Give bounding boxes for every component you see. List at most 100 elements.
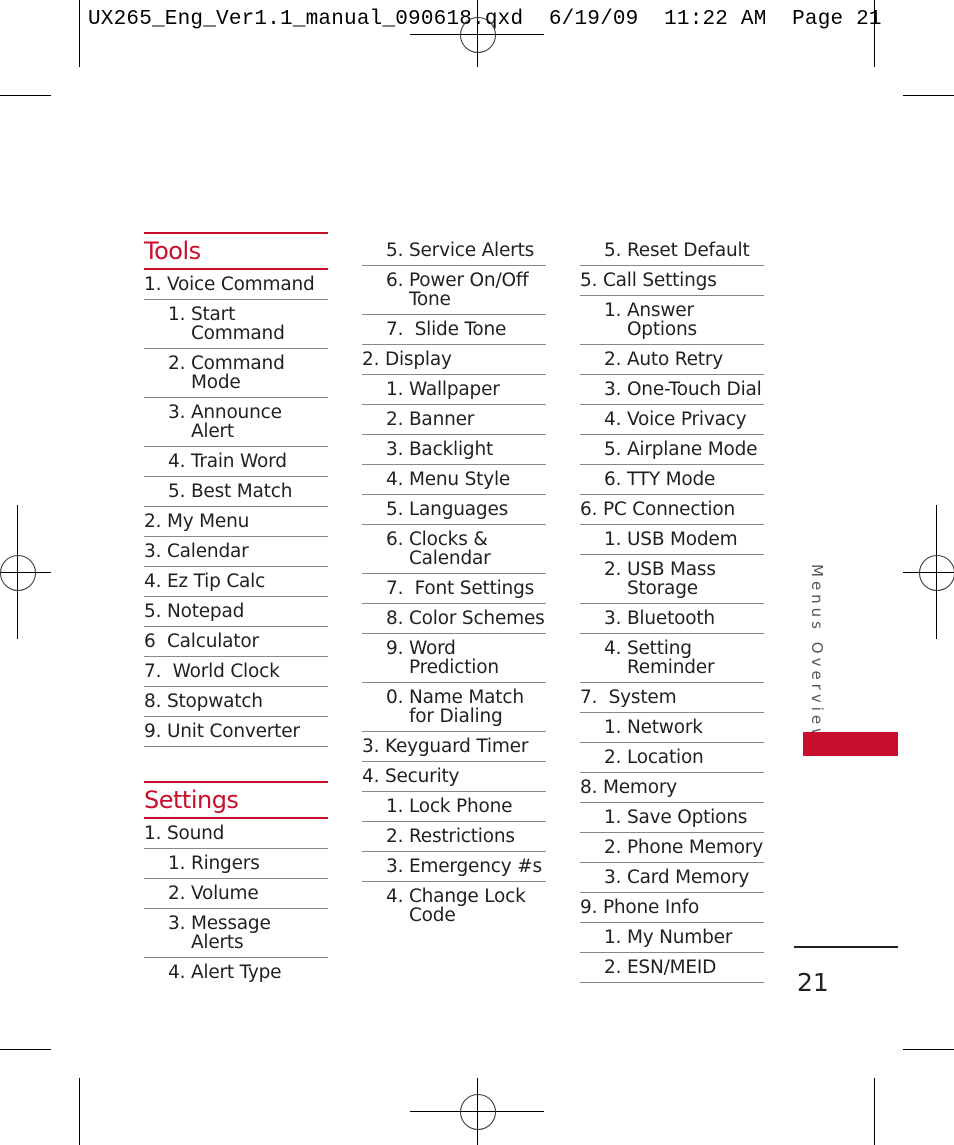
menu-item: 5. Airplane Mode [580, 435, 764, 465]
menu-item-number: 7. [144, 661, 173, 682]
menu-item-label: Announce Alert [190, 402, 282, 442]
menu-item: 7. Font Settings [362, 574, 546, 604]
crop-mark [0, 1049, 51, 1050]
menu-item: 6. TTY Mode [580, 465, 764, 495]
menu-item-number: 5. [604, 439, 627, 460]
menu-item-number: 1. [604, 529, 627, 550]
menu-item-label: Airplane Mode [626, 439, 758, 460]
menu-item: 2. Command Mode [144, 349, 328, 398]
section-tab-marker [803, 732, 898, 756]
settings-menu-list-continued: 5. Service Alerts 6. Power On/Off Tone 7. … [362, 236, 546, 930]
crop-mark [79, 1078, 80, 1145]
menu-item: 2. Phone Memory [580, 833, 764, 863]
menu-item: 6 Calculator [144, 627, 328, 657]
menu-item-number: 6. [386, 529, 409, 550]
menu-item-number: 4. [144, 571, 167, 592]
menu-item-label: Slide Tone [414, 319, 507, 340]
menu-item-label: Calculator [166, 631, 259, 652]
registration-mark-icon [460, 1094, 496, 1130]
menu-item-number: 2. [386, 409, 409, 430]
menu-item-number: 4. [386, 469, 409, 490]
menu-item-label: Save Options [626, 807, 748, 828]
menu-item-number: 2. [144, 511, 167, 532]
menu-item-number: 2. [604, 837, 627, 858]
menu-item-label: USB Modem [626, 529, 738, 550]
menu-item-number: 4. [604, 638, 627, 659]
menu-item-number: 3. [168, 913, 191, 934]
menu-item: 1. Ringers [144, 849, 328, 879]
menu-item: 4. Security [362, 762, 546, 792]
menu-item: 1. Network [580, 713, 764, 743]
menu-item-number: 1. [604, 300, 627, 321]
menu-item: 8. Memory [580, 773, 764, 803]
menu-item: 2. Restrictions [362, 822, 546, 852]
menu-item: 3. One-Touch Dial [580, 375, 764, 405]
menu-item-number: 2. [604, 957, 627, 978]
menu-item: 6. Power On/Off Tone [362, 266, 546, 315]
menu-item-label: Voice Privacy [626, 409, 747, 430]
menu-item-label: Calendar [166, 541, 249, 562]
menu-item: 1. Voice Command [144, 270, 328, 300]
menu-item: 4. Ez Tip Calc [144, 567, 328, 597]
menu-item-label: Color Schemes [408, 608, 545, 629]
menu-item: 3. Calendar [144, 537, 328, 567]
menu-item-label: Display [384, 349, 452, 370]
menu-item-label: Power On/Off Tone [408, 270, 529, 310]
menu-item: 7. World Clock [144, 657, 328, 687]
menu-item: 2. USB Mass Storage [580, 555, 764, 604]
menu-item: 3. Backlight [362, 435, 546, 465]
menu-item-label: Restrictions [408, 826, 515, 847]
menu-item-number: 2. [168, 883, 191, 904]
menu-item-label: TTY Mode [626, 469, 716, 490]
menu-item: 1. Answer Options [580, 296, 764, 345]
menu-item-number: 9. [144, 721, 167, 742]
menu-item-label: PC Connection [602, 499, 735, 520]
menu-item-label: Bluetooth [626, 608, 715, 629]
column-3: 5. Reset Default 5. Call Settings 1. Answe… [580, 236, 764, 983]
section-title-settings: Settings [144, 781, 328, 819]
menu-item: 1. Lock Phone [362, 792, 546, 822]
menu-item: 4. Menu Style [362, 465, 546, 495]
menu-item: 3. Message Alerts [144, 909, 328, 958]
menu-item-label: Unit Converter [166, 721, 300, 742]
settings-menu-list: 1. Sound 1. Ringers 2. Volume 3. Message Al… [144, 819, 328, 987]
menu-item-label: Reset Default [626, 240, 750, 261]
menu-item-number: 3. [604, 867, 627, 888]
column-2: 5. Service Alerts 6. Power On/Off Tone 7. … [362, 236, 546, 930]
menu-item: 1. Save Options [580, 803, 764, 833]
menu-item-number: 5. [580, 270, 603, 291]
menu-item: 1. Start Command [144, 300, 328, 349]
menu-item-label: Name Match for Dialing [408, 687, 524, 727]
menu-item: 4. Alert Type [144, 958, 328, 987]
menu-item: 4. Change Lock Code [362, 882, 546, 930]
menu-item-label: USB Mass Storage [626, 559, 716, 599]
menu-item-label: Memory [602, 777, 677, 798]
registration-mark-icon [919, 555, 954, 591]
menu-item: 0. Name Match for Dialing [362, 683, 546, 732]
menu-item: 9. Phone Info [580, 893, 764, 923]
menu-item-label: Languages [408, 499, 509, 520]
menu-item-number: 1. [386, 796, 409, 817]
menu-item: 5. Reset Default [580, 236, 764, 266]
menu-item: 7. System [580, 683, 764, 713]
menu-item-label: Sound [166, 823, 225, 844]
menu-item-label: Location [626, 747, 704, 768]
menu-item-number: 3. [386, 439, 409, 460]
menu-item-label: Menu Style [408, 469, 511, 490]
menu-item-number: 4. [386, 886, 409, 907]
menu-item: 7. Slide Tone [362, 315, 546, 345]
menu-item-number: 1. [144, 823, 167, 844]
section-title-tools: Tools [144, 232, 328, 270]
menu-item-number: 5. [386, 499, 409, 520]
menu-item: 8. Stopwatch [144, 687, 328, 717]
menu-item-number: 2. [604, 747, 627, 768]
menu-item-label: Best Match [190, 481, 293, 502]
menu-item-label: Clocks & Calendar [408, 529, 491, 569]
menu-item: 5. Best Match [144, 477, 328, 507]
menu-item-label: Notepad [166, 601, 245, 622]
menu-item-label: Backlight [408, 439, 494, 460]
menu-item-number: 1. [604, 807, 627, 828]
menu-item: 1. USB Modem [580, 525, 764, 555]
menu-item-number: 3. [168, 402, 191, 423]
crop-mark [0, 95, 51, 96]
